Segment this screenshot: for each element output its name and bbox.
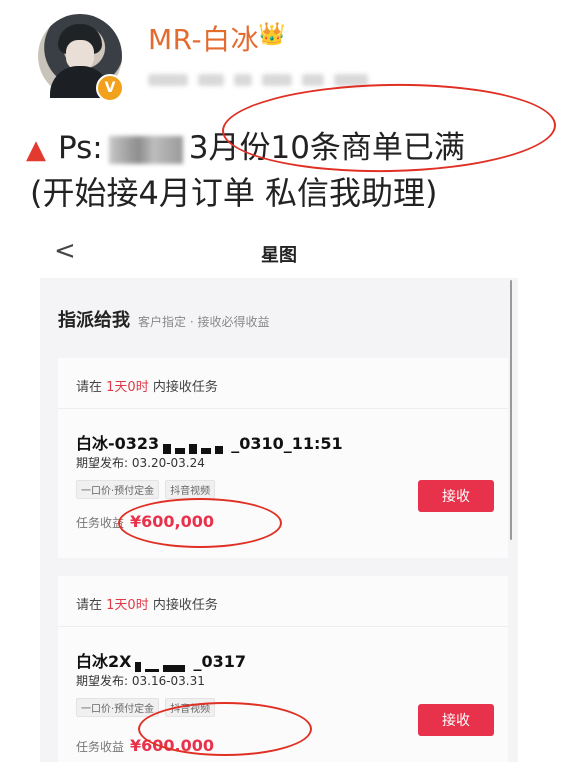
task-name[interactable]: 白冰2X _0317 <box>76 648 246 672</box>
accept-button[interactable]: 接收 <box>418 704 494 736</box>
task-name-prefix: 白冰2X <box>76 652 132 671</box>
verified-badge-icon: V <box>96 74 124 102</box>
censored-bars <box>163 435 227 454</box>
tag: 一口价·预付定金 <box>76 480 160 499</box>
deadline-suffix: 内接收任务 <box>152 598 218 613</box>
task-card: 请在 1天0时 内接收任务 白冰2X _0317 期望发布: 03.16-03.3… <box>58 576 508 762</box>
tag-list: 一口价·预付定金 抖音视频 <box>76 480 216 499</box>
scrollbar[interactable] <box>510 280 512 540</box>
annotation-circle-income <box>118 498 282 548</box>
deadline-prefix: 请在 <box>76 380 103 395</box>
deadline-text: 请在 1天0时 内接收任务 <box>76 376 218 395</box>
section-subtitle: 客户指定 · 接收必得收益 <box>138 315 270 329</box>
expected-publish-date: 期望发布: 03.20-03.24 <box>76 456 205 470</box>
page-title: 星图 <box>261 245 297 266</box>
income-label: 任务收益 <box>76 740 125 754</box>
task-card: 请在 1天0时 内接收任务 白冰-0323 _0310_11:51 期望发布: 0… <box>58 358 508 558</box>
navbar: < 星图 <box>40 226 518 278</box>
task-name-prefix: 白冰-0323 <box>76 434 160 453</box>
deadline-text: 请在 1天0时 内接收任务 <box>76 594 218 613</box>
expected-publish-date: 期望发布: 03.16-03.31 <box>76 674 205 688</box>
deadline-prefix: 请在 <box>76 598 103 613</box>
username[interactable]: MR-白冰 <box>148 18 259 58</box>
divider <box>58 408 508 409</box>
post-text-line2: (开始接4月订单 私信我助理) <box>30 174 438 212</box>
censored-text <box>108 135 183 164</box>
income-label: 任务收益 <box>76 516 125 530</box>
deadline-time: 1天0时 <box>106 380 149 395</box>
annotation-circle-income <box>138 702 312 756</box>
warning-triangle-icon: ▲ <box>26 135 46 165</box>
task-name[interactable]: 白冰-0323 _0310_11:51 <box>76 430 343 454</box>
app-screenshot: < 星图 指派给我 客户指定 · 接收必得收益 请在 1天0时 内接收任务 白冰-… <box>40 226 518 762</box>
deadline-suffix: 内接收任务 <box>152 380 218 395</box>
post-prefix: Ps: <box>58 130 103 166</box>
crown-icon: 👑 <box>258 22 286 47</box>
tag: 抖音视频 <box>165 480 216 499</box>
task-name-suffix: _0317 <box>193 652 247 671</box>
censored-bars <box>135 653 189 672</box>
divider <box>58 626 508 627</box>
annotation-circle-top <box>221 81 557 175</box>
deadline-time: 1天0时 <box>106 598 149 613</box>
task-name-suffix: _0310_11:51 <box>231 434 343 453</box>
accept-button[interactable]: 接收 <box>418 480 494 512</box>
tag: 一口价·预付定金 <box>76 698 160 717</box>
section-title: 指派给我 <box>58 310 130 331</box>
section-header: 指派给我 客户指定 · 接收必得收益 <box>58 306 269 332</box>
